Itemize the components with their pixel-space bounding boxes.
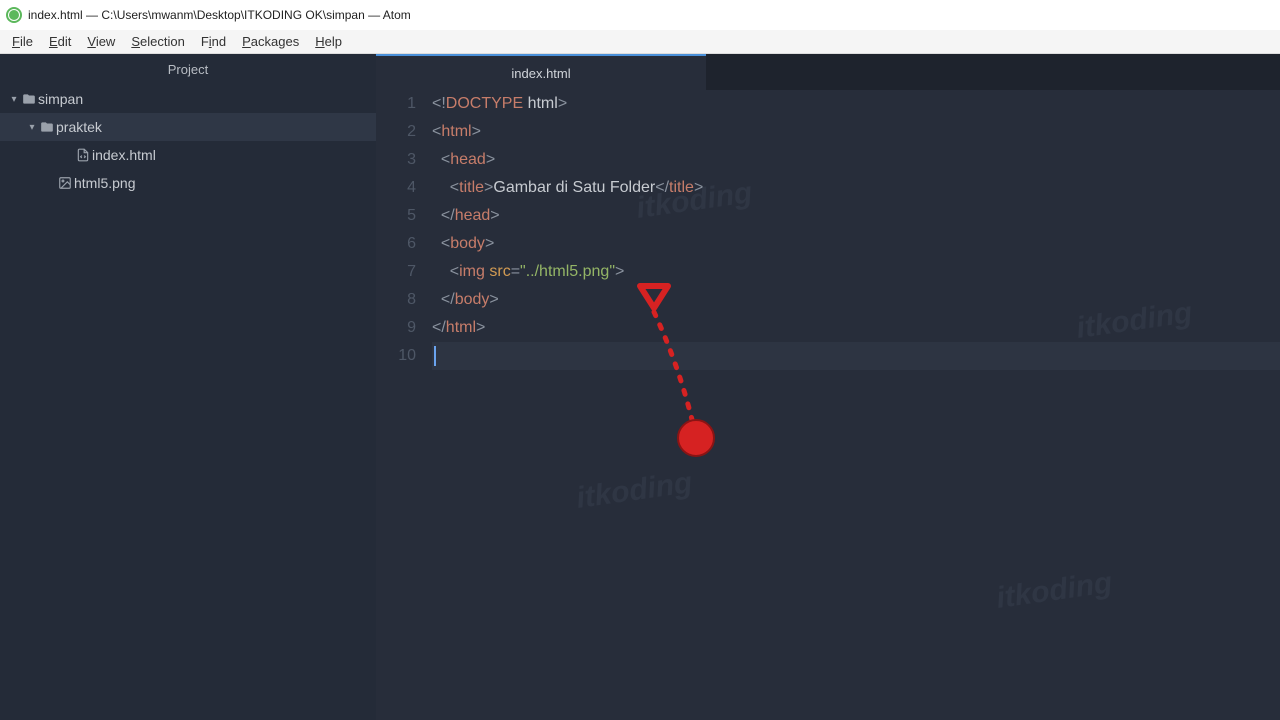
code-content[interactable]: <!DOCTYPE html><html> <head> <title>Gamb… — [432, 90, 1280, 720]
menu-file[interactable]: File — [4, 32, 41, 51]
menu-edit[interactable]: Edit — [41, 32, 79, 51]
tree-file[interactable]: html5.png — [0, 169, 376, 197]
sidebar-header: Project — [0, 54, 376, 85]
code-line[interactable] — [432, 342, 1280, 370]
tree-file[interactable]: index.html — [0, 141, 376, 169]
line-number: 3 — [376, 146, 416, 174]
tabbar-empty — [706, 54, 1280, 90]
code-line[interactable]: </html> — [432, 314, 1280, 342]
code-line[interactable]: </head> — [432, 202, 1280, 230]
line-number: 4 — [376, 174, 416, 202]
image-icon — [56, 176, 74, 190]
menu-packages[interactable]: Packages — [234, 32, 307, 51]
tree-item-label: index.html — [92, 147, 156, 163]
code-line[interactable]: <img src="../html5.png"> — [432, 258, 1280, 286]
window-titlebar: index.html — C:\Users\mwanm\Desktop\ITKO… — [0, 0, 1280, 30]
code-line[interactable]: </body> — [432, 286, 1280, 314]
menu-find[interactable]: Find — [193, 32, 234, 51]
text-cursor — [434, 346, 436, 366]
line-number: 10 — [376, 342, 416, 370]
line-number: 9 — [376, 314, 416, 342]
tab-label: index.html — [511, 66, 570, 81]
line-number: 2 — [376, 118, 416, 146]
chevron-down-icon: ▾ — [26, 122, 38, 133]
folder-icon — [38, 120, 56, 134]
chevron-down-icon: ▾ — [8, 94, 20, 105]
line-number: 8 — [376, 286, 416, 314]
code-line[interactable]: <head> — [432, 146, 1280, 174]
code-area[interactable]: 12345678910 <!DOCTYPE html><html> <head>… — [376, 90, 1280, 720]
tree-item-label: simpan — [38, 91, 83, 107]
menu-help[interactable]: Help — [307, 32, 350, 51]
line-number: 6 — [376, 230, 416, 258]
tree-item-label: praktek — [56, 119, 102, 135]
file-tree: ▾ simpan ▾ praktek index.html html5.png — [0, 85, 376, 720]
line-number: 7 — [376, 258, 416, 286]
line-gutter: 12345678910 — [376, 90, 432, 720]
menu-view[interactable]: View — [79, 32, 123, 51]
tree-folder[interactable]: ▾ simpan — [0, 85, 376, 113]
line-number: 1 — [376, 90, 416, 118]
menu-selection[interactable]: Selection — [123, 32, 192, 51]
file-icon — [74, 148, 92, 162]
code-line[interactable]: <title>Gambar di Satu Folder</title> — [432, 174, 1280, 202]
tree-folder[interactable]: ▾ praktek — [0, 113, 376, 141]
folder-icon — [20, 92, 38, 106]
window-title: index.html — C:\Users\mwanm\Desktop\ITKO… — [28, 8, 411, 22]
code-line[interactable]: <html> — [432, 118, 1280, 146]
code-line[interactable]: <!DOCTYPE html> — [432, 90, 1280, 118]
project-sidebar: Project ▾ simpan ▾ praktek index.html html5.p… — [0, 54, 376, 720]
tabbar: index.html — [376, 54, 1280, 90]
line-number: 5 — [376, 202, 416, 230]
tree-item-label: html5.png — [74, 175, 135, 191]
atom-logo-icon — [6, 7, 22, 23]
tab-index-html[interactable]: index.html — [376, 54, 706, 90]
menubar: File Edit View Selection Find Packages H… — [0, 30, 1280, 54]
editor-pane: index.html 12345678910 <!DOCTYPE html><h… — [376, 54, 1280, 720]
code-line[interactable]: <body> — [432, 230, 1280, 258]
